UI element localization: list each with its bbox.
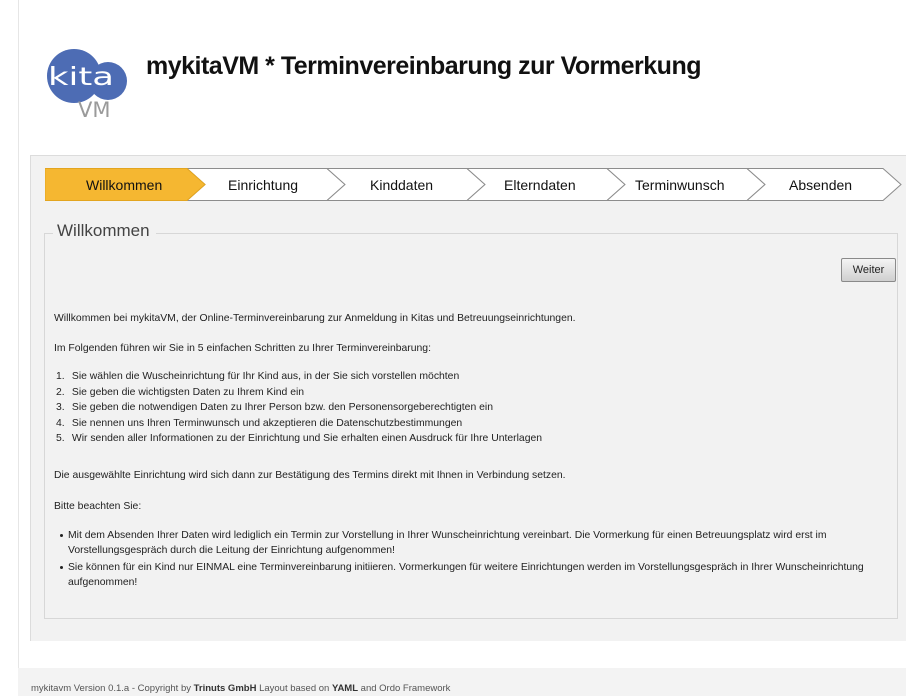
header: kita VM mykitaVM * Terminvereinbarung zu… <box>38 46 898 121</box>
bullet-icon <box>60 534 63 537</box>
footer-prefix: mykitavm Version 0.1.a - Copyright by <box>31 683 194 694</box>
kita-vm-logo: kita VM <box>47 49 127 121</box>
steps-list: 1. Sie wählen die Wuscheinrichtung für I… <box>54 369 542 447</box>
notice-list: Mit dem Absenden Ihrer Daten wird ledigl… <box>54 528 900 592</box>
next-button[interactable]: Weiter <box>841 258 896 282</box>
footer-suffix: and Ordo Framework <box>358 683 451 694</box>
notice-title: Bitte beachten Sie: <box>54 501 142 512</box>
list-item: 1. Sie wählen die Wuscheinrichtung für I… <box>56 371 460 382</box>
footer-middle: Layout based on <box>256 683 332 694</box>
wizard-steps-graphic <box>45 168 902 201</box>
list-item: Mit dem Absenden Ihrer Daten wird ledigl… <box>54 528 900 558</box>
page-title: mykitaVM * Terminvereinbarung zur Vormer… <box>146 52 702 80</box>
fieldset-legend: Willkommen <box>53 221 156 241</box>
list-item: 3. Sie geben die notwendigen Daten zu Ih… <box>56 402 493 413</box>
steps-intro-text: Im Folgenden führen wir Sie in 5 einfach… <box>54 343 431 354</box>
step-label-einrichtung[interactable]: Einrichtung <box>228 177 298 193</box>
intro-text: Willkommen bei mykitaVM, der Online-Term… <box>54 313 576 324</box>
list-item: 2. Sie geben die wichtigsten Daten zu Ih… <box>56 386 305 398</box>
logo-text-top: kita <box>48 62 114 91</box>
wizard-steps: Willkommen Einrichtung Kinddaten Elternd… <box>45 168 906 202</box>
confirmation-text: Die ausgewählte Einrichtung wird sich da… <box>54 470 566 481</box>
footer-yaml-link[interactable]: YAML <box>332 683 358 694</box>
footer: mykitavm Version 0.1.a - Copyright by Tr… <box>31 683 450 694</box>
step-label-terminwunsch[interactable]: Terminwunsch <box>635 177 724 193</box>
step-label-absenden[interactable]: Absenden <box>789 177 852 193</box>
footer-company-link[interactable]: Trinuts GmbH <box>194 683 257 694</box>
step-label-elterndaten[interactable]: Elterndaten <box>504 177 576 193</box>
logo-text-bottom: VM <box>78 98 110 121</box>
list-item: Sie können für ein Kind nur EINMAL eine … <box>54 560 900 590</box>
list-item: 4. Sie nennen uns Ihren Terminwunsch und… <box>56 417 463 429</box>
step-label-kinddaten[interactable]: Kinddaten <box>370 177 433 193</box>
page-left-border <box>18 0 19 696</box>
bullet-icon <box>60 566 63 569</box>
step-label-willkommen[interactable]: Willkommen <box>86 177 162 193</box>
list-item: 5. Wir senden aller Informationen zu der… <box>56 433 543 444</box>
